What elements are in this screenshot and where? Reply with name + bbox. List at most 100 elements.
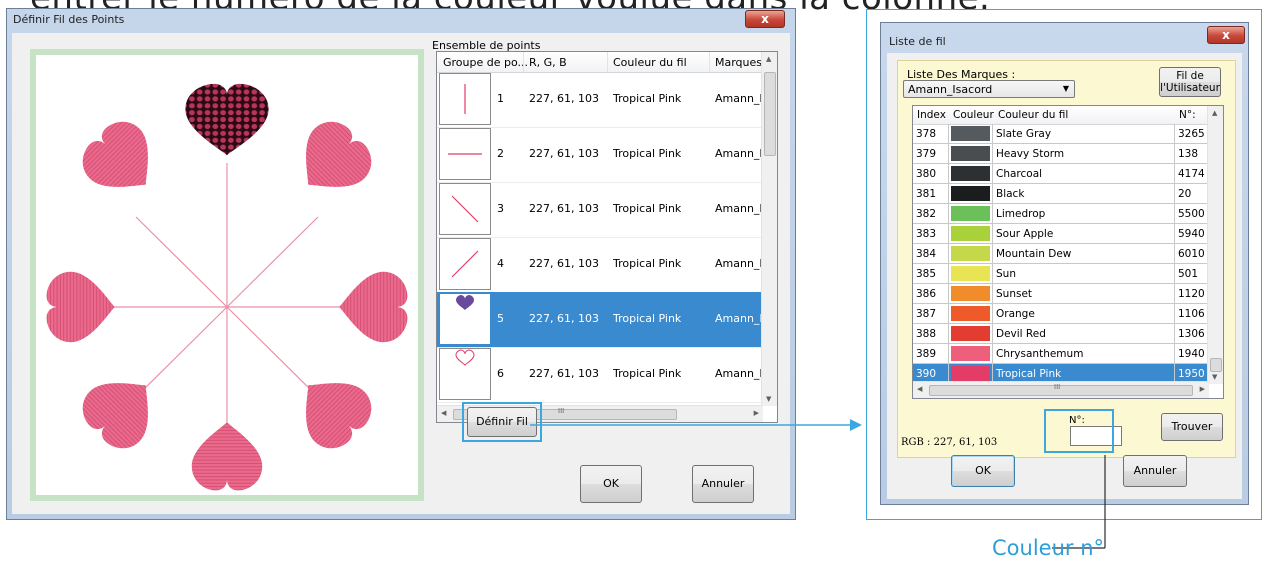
thread-name: Mountain Dew (993, 244, 1175, 264)
horizontal-scrollbar[interactable]: ◀ III ▶ (913, 381, 1209, 398)
thread-name: Chrysanthemum (993, 344, 1175, 364)
cancel-button[interactable]: Annuler (692, 465, 754, 503)
scroll-grip: III (1054, 383, 1061, 391)
connector-arrow-icon (530, 419, 862, 431)
vertical-scrollbar[interactable]: ▲ ▼ (1207, 106, 1223, 384)
rgb-readout: RGB : 227, 61, 103 (901, 437, 998, 448)
color-swatch (949, 284, 993, 304)
vertical-scrollbar[interactable]: ▲ ▼ (761, 52, 777, 406)
user-thread-button[interactable]: Fil de l'Utilisateur (1159, 67, 1221, 97)
thread-row[interactable]: 380 Charcoal 4174 (913, 164, 1209, 184)
thread-index: 381 (913, 184, 949, 204)
thread-num: 138 (1175, 144, 1209, 164)
window-titlebar[interactable]: Définir Fil des Points x (7, 9, 795, 31)
find-button[interactable]: Trouver (1161, 413, 1223, 441)
color-swatch (949, 184, 993, 204)
scroll-up-icon[interactable]: ▲ (766, 55, 771, 63)
thread-num: 5500 (1175, 204, 1209, 224)
color-swatch-fill (951, 166, 990, 181)
row-number: 1 (497, 92, 504, 105)
scroll-thumb[interactable] (764, 72, 776, 156)
cancel-button[interactable]: Annuler (1123, 455, 1187, 487)
scroll-left-icon[interactable]: ◀ (441, 409, 446, 417)
color-swatch (949, 224, 993, 244)
number-field-highlight (1044, 409, 1114, 453)
define-thread-window: Définir Fil des Points x Ensemble de poi… (6, 8, 796, 520)
thread-row[interactable]: 384 Mountain Dew 6010 (913, 244, 1209, 264)
row-rgb: 227, 61, 103 (529, 312, 599, 325)
user-thread-button-line2: l'Utilisateur (1160, 82, 1220, 94)
thread-name: Orange (993, 304, 1175, 324)
row-brand: Amann_Isa (715, 312, 761, 325)
user-thread-button-line1: Fil de (1176, 70, 1204, 82)
thread-row[interactable]: 378 Slate Gray 3265 (913, 124, 1209, 144)
color-swatch-fill (951, 326, 990, 341)
color-swatch (949, 344, 993, 364)
scroll-thumb[interactable]: III (929, 383, 1193, 396)
color-swatch (949, 244, 993, 264)
chevron-down-icon: ▼ (1062, 84, 1069, 93)
row-brand: Amann_Isa (715, 147, 761, 160)
window-title: Définir Fil des Points (13, 13, 125, 26)
brand-dropdown-value: Amann_Isacord (908, 83, 993, 96)
column-header[interactable]: R, G, B (529, 56, 567, 69)
column-header[interactable]: Couleur du fil (998, 109, 1068, 121)
scroll-up-icon[interactable]: ▲ (1212, 109, 1217, 117)
column-header[interactable]: Couleur du fil (613, 56, 687, 69)
thread-row[interactable]: 383 Sour Apple 5940 (913, 224, 1209, 244)
column-header[interactable]: Index (917, 109, 946, 121)
row-number: 6 (497, 367, 504, 380)
table-row[interactable]: 2 227, 61, 103 Tropical Pink Amann_Isa (437, 127, 763, 183)
thread-row[interactable]: 379 Heavy Storm 138 (913, 144, 1209, 164)
define-thread-button[interactable]: Définir Fil (467, 407, 537, 437)
table-row[interactable]: 3 227, 61, 103 Tropical Pink Amann_Isa (437, 182, 763, 238)
thread-num: 20 (1175, 184, 1209, 204)
row-rgb: 227, 61, 103 (529, 257, 599, 270)
color-swatch (949, 264, 993, 284)
scroll-down-icon[interactable]: ▼ (766, 395, 771, 403)
horizontal-line-icon (439, 128, 491, 180)
table-row[interactable]: 1 227, 61, 103 Tropical Pink Amann_Isa (437, 72, 763, 128)
thread-index: 389 (913, 344, 949, 364)
close-button[interactable]: x (745, 10, 785, 28)
thread-row[interactable]: 387 Orange 1106 (913, 304, 1209, 324)
thread-row[interactable]: 389 Chrysanthemum 1940 (913, 344, 1209, 364)
column-header[interactable]: N°: (1179, 109, 1196, 121)
close-button[interactable]: x (1207, 26, 1245, 44)
thread-row[interactable]: 388 Devil Red 1306 (913, 324, 1209, 344)
thread-row[interactable]: 385 Sun 501 (913, 264, 1209, 284)
thread-num: 1120 (1175, 284, 1209, 304)
table-row-selected[interactable]: 5 227, 61, 103 Tropical Pink Amann_Isa (437, 292, 763, 348)
design-preview (36, 55, 418, 495)
color-swatch (949, 324, 993, 344)
color-swatch-fill (951, 146, 990, 161)
column-header[interactable]: Marques (715, 56, 762, 69)
scroll-down-icon[interactable]: ▼ (1212, 373, 1217, 381)
thread-row[interactable]: 381 Black 20 (913, 184, 1209, 204)
scroll-thumb[interactable] (1210, 358, 1222, 372)
thread-color-grid[interactable]: Index Couleur Couleur du fil N°: 378 Slat… (912, 105, 1224, 399)
color-swatch-fill (951, 246, 990, 261)
thread-row[interactable]: 382 Limedrop 5500 (913, 204, 1209, 224)
thread-name: Sun (993, 264, 1175, 284)
column-header[interactable]: Couleur (953, 109, 994, 121)
scroll-left-icon[interactable]: ◀ (917, 385, 922, 393)
ok-button[interactable]: OK (951, 455, 1015, 487)
ok-button[interactable]: OK (580, 465, 642, 503)
thread-name: Sour Apple (993, 224, 1175, 244)
scroll-right-icon[interactable]: ▶ (1200, 385, 1205, 393)
window-title: Liste de fil (889, 35, 946, 48)
thread-index: 388 (913, 324, 949, 344)
stitch-group-table[interactable]: Groupe de po... R, G, B Couleur du fil M… (436, 51, 778, 423)
table-row[interactable]: 4 227, 61, 103 Tropical Pink Amann_Isa (437, 237, 763, 293)
thread-num: 501 (1175, 264, 1209, 284)
thread-index: 379 (913, 144, 949, 164)
thread-row[interactable]: 386 Sunset 1120 (913, 284, 1209, 304)
brand-dropdown[interactable]: Amann_Isacord ▼ (903, 80, 1075, 98)
table-row[interactable]: 6 227, 61, 103 Tropical Pink Amann_Isa (437, 347, 763, 403)
color-swatch (949, 204, 993, 224)
thread-index: 380 (913, 164, 949, 184)
row-number: 2 (497, 147, 504, 160)
column-header[interactable]: Groupe de po... (443, 56, 528, 69)
color-swatch-fill (951, 266, 990, 281)
